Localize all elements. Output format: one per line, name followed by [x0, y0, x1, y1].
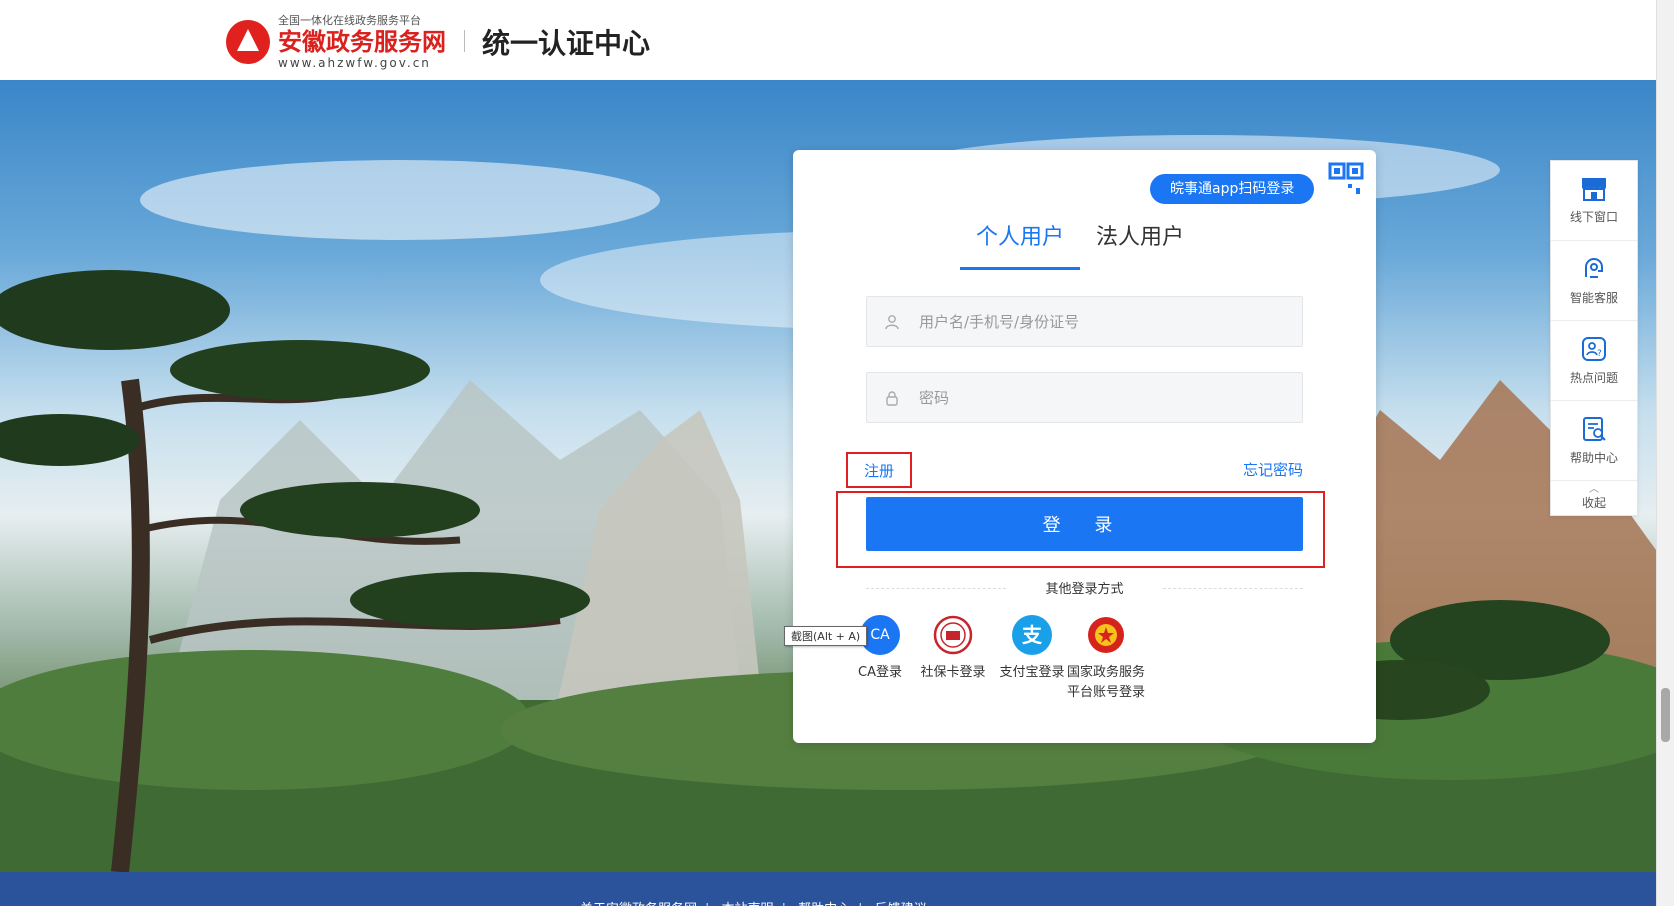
- page-scrollbar[interactable]: [1656, 0, 1674, 906]
- username-field[interactable]: [866, 296, 1303, 347]
- robot-icon: [1585, 258, 1603, 278]
- scrollbar-thumb[interactable]: [1661, 688, 1670, 742]
- national-platform-label-line2: 平台账号登录: [1066, 685, 1145, 700]
- national-platform-login-option[interactable]: 国家政务服务 平台账号登录: [1063, 615, 1149, 703]
- username-input[interactable]: [917, 311, 1277, 332]
- site-logo[interactable]: 全国一体化在线政务服务平台 安徽政务服务网 www.ahzwfw.gov.cn: [226, 14, 446, 70]
- logo-url: www.ahzwfw.gov.cn: [278, 56, 431, 70]
- footer-link-statement[interactable]: 本站声明: [722, 902, 774, 917]
- screenshot-tooltip: 截图(Alt + A): [784, 626, 868, 646]
- password-input[interactable]: [917, 387, 1277, 408]
- float-item-help-center[interactable]: 帮助中心: [1551, 401, 1637, 481]
- hot-question-icon: ?: [1582, 337, 1606, 361]
- floating-service-panel: 线下窗口 智能客服 ? 热点问题 帮助中心 ︿ 收起: [1550, 160, 1638, 516]
- tab-personal-user[interactable]: 个人用户: [960, 220, 1081, 270]
- user-type-tabs: 个人用户 法人用户: [960, 220, 1200, 270]
- float-item-label: 热点问题: [1569, 371, 1618, 385]
- float-collapse-label: 收起: [1581, 495, 1606, 510]
- store-icon: [1582, 178, 1606, 201]
- national-platform-label-line1: 国家政务服务: [1066, 665, 1145, 680]
- float-item-label: 智能客服: [1569, 291, 1618, 305]
- qr-login-button[interactable]: 皖事通app扫码登录: [1150, 174, 1315, 204]
- footer-link-about[interactable]: 关于安徽政务服务网: [580, 902, 697, 917]
- site-footer: 关于安徽政务服务网 | 本站声明 | 帮助中心 | 反馈建议: [0, 872, 1656, 917]
- site-header: 全国一体化在线政务服务平台 安徽政务服务网 www.ahzwfw.gov.cn …: [0, 0, 1656, 80]
- float-item-label: 帮助中心: [1569, 451, 1618, 465]
- logo-text: 全国一体化在线政务服务平台 安徽政务服务网 www.ahzwfw.gov.cn: [278, 14, 446, 70]
- social-security-card-icon: [933, 615, 973, 655]
- footer-link-help[interactable]: 帮助中心: [798, 902, 850, 917]
- login-button[interactable]: 登 录: [866, 497, 1303, 551]
- help-doc-icon: [1583, 417, 1606, 441]
- login-card: 皖事通app扫码登录 个人用户 法人用户 注册 忘记密码 登 录 其他登录方式 …: [784, 150, 1376, 743]
- page-title: 统一认证中心: [482, 27, 651, 60]
- logo-mark-icon: [226, 20, 270, 64]
- qr-code-icon[interactable]: [1324, 158, 1368, 202]
- svg-text:?: ?: [1597, 349, 1602, 359]
- password-field[interactable]: [866, 372, 1303, 423]
- user-icon: [867, 314, 917, 330]
- tab-corporate-user[interactable]: 法人用户: [1080, 220, 1200, 264]
- other-login-title: 其他登录方式: [1045, 582, 1124, 597]
- header-divider: [464, 30, 465, 52]
- alipay-icon: 支: [1012, 615, 1052, 655]
- alipay-login-label: 支付宝登录: [999, 665, 1065, 680]
- chevron-up-icon: ︿: [1589, 483, 1599, 495]
- footer-link-feedback[interactable]: 反馈建议: [875, 902, 927, 917]
- ca-login-label: CA登录: [858, 665, 902, 680]
- social-security-login-option[interactable]: 社保卡登录: [910, 615, 996, 683]
- forgot-password-link[interactable]: 忘记密码: [1243, 459, 1303, 480]
- lock-icon: [867, 390, 917, 406]
- register-link[interactable]: 注册: [846, 452, 912, 488]
- footer-links: 关于安徽政务服务网 | 本站声明 | 帮助中心 | 反馈建议: [580, 902, 927, 917]
- national-emblem-icon: [1086, 615, 1126, 655]
- float-collapse-button[interactable]: ︿ 收起: [1551, 481, 1637, 515]
- logo-title: 安徽政务服务网: [278, 28, 446, 56]
- float-item-smart-service[interactable]: 智能客服: [1551, 241, 1637, 321]
- float-item-hot-questions[interactable]: ? 热点问题: [1551, 321, 1637, 401]
- logo-subtitle: 全国一体化在线政务服务平台: [278, 14, 421, 27]
- float-item-offline-window[interactable]: 线下窗口: [1551, 161, 1637, 241]
- float-item-label: 线下窗口: [1569, 210, 1618, 224]
- social-security-login-label: 社保卡登录: [920, 665, 986, 680]
